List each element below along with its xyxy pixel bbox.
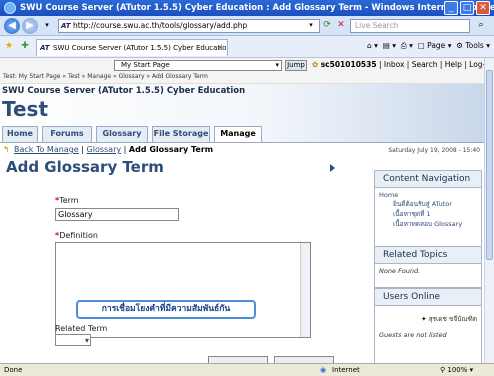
url-field[interactable]: AT http://course.swu.ac.th/tools/glossar…: [58, 19, 320, 33]
minimize-button[interactable]: _: [444, 1, 458, 15]
feeds-icon[interactable]: ▤: [383, 41, 390, 50]
close-button[interactable]: ✕: [476, 1, 490, 15]
status-text: Done: [4, 366, 23, 374]
related-term-select[interactable]: ▾: [55, 334, 91, 346]
sidebar-toggle-icon[interactable]: [330, 164, 335, 172]
browser-logo-icon: [4, 2, 16, 14]
internet-zone-icon: ◉: [320, 366, 327, 374]
stop-icon[interactable]: ✕: [334, 19, 348, 33]
content-navigation-box: Content Navigation Home ยินดีต้อนรับสู่ …: [374, 170, 482, 252]
zoom-control[interactable]: ⚲ 100% ▾: [440, 364, 473, 376]
term-input[interactable]: Glossary: [55, 208, 179, 221]
chevron-down-icon: ▾: [84, 336, 89, 345]
refresh-icon[interactable]: ⟳: [320, 19, 334, 33]
tab-home[interactable]: Home: [2, 126, 38, 142]
forward-icon[interactable]: ▶: [22, 18, 38, 34]
tab-manage[interactable]: Manage: [214, 126, 262, 142]
history-dropdown-icon[interactable]: ▾: [40, 19, 54, 33]
username[interactable]: sc501010535: [321, 60, 377, 69]
scrollbar-thumb[interactable]: [486, 70, 493, 260]
zone-label: Internet: [332, 366, 360, 374]
maximize-button[interactable]: □: [460, 1, 474, 15]
print-icon[interactable]: ⎙: [401, 41, 407, 50]
tab-forums[interactable]: Forums: [42, 126, 92, 142]
textarea-scrollbar[interactable]: [300, 243, 310, 337]
page-menu[interactable]: ▢ Page ▾: [418, 41, 452, 50]
submit-button[interactable]: [208, 356, 268, 363]
definition-label: *Definition: [55, 231, 98, 240]
term-label: *Term: [55, 196, 79, 205]
course-title: Test: [2, 97, 49, 121]
user-online-icon: ✦: [421, 315, 427, 323]
search-icon[interactable]: ⌕: [474, 19, 488, 33]
window-titlebar: SWU Course Server (ATutor 1.5.5) Cyber E…: [0, 0, 494, 16]
nav-item[interactable]: เนื้อหาชุดที่ 1: [379, 209, 477, 219]
related-topics-title: Related Topics: [375, 247, 481, 264]
tab-bar: ★ ✚ AT SWU Course Server (ATutor 1.5.5) …: [0, 36, 494, 58]
page-viewport: My Start Page ▾ Jump ✿ sc501010535 | Inb…: [0, 58, 484, 363]
command-bar: ⌂ ▾ ▤ ▾ ⎙ ▾ ▢ Page ▾ ⚙ Tools ▾: [367, 41, 490, 50]
jump-button[interactable]: Jump: [285, 60, 307, 71]
status-bar: Done ◉ Internet ⚲ 100% ▾: [0, 363, 494, 376]
user-nav-links[interactable]: | Inbox | Search | Help | Log-out: [379, 60, 484, 69]
tab-glossary[interactable]: Glossary: [96, 126, 148, 142]
annotation-callout: การเชื่อมโยงคำที่มีความสัมพันธ์กัน: [76, 300, 256, 319]
site-name: SWU Course Server (ATutor 1.5.5) Cyber E…: [2, 86, 246, 96]
add-favorites-icon[interactable]: ✚: [18, 40, 32, 54]
user-star-icon: ✿: [312, 60, 319, 69]
home-icon[interactable]: ⌂: [367, 41, 372, 50]
favorites-star-icon[interactable]: ★: [2, 40, 16, 54]
date-label: Saturday July 19, 2008 - 15:40: [388, 147, 480, 154]
search-input[interactable]: Live Search: [350, 19, 470, 33]
window-title: SWU Course Server (ATutor 1.5.5) Cyber E…: [20, 3, 494, 13]
nav-home-link[interactable]: Home: [379, 191, 477, 199]
tab-favicon-icon: AT: [40, 44, 50, 52]
jump-select[interactable]: My Start Page ▾: [114, 60, 282, 71]
current-page-label: Add Glossary Term: [128, 145, 214, 154]
user-links: ✿ sc501010535 | Inbox | Search | Help | …: [312, 60, 484, 69]
users-online-title: Users Online: [375, 289, 481, 306]
guests-note: Guests are not listed: [379, 331, 447, 339]
breadcrumb[interactable]: Test: My Start Page » Test » Manage » Gl…: [3, 73, 208, 80]
back-to-manage-link[interactable]: Back To Manage: [14, 145, 79, 154]
related-topics-box: Related Topics None Found.: [374, 246, 482, 288]
page-scrollbar[interactable]: [484, 58, 494, 363]
address-bar: ◀ ▶ ▾ AT http://course.swu.ac.th/tools/g…: [0, 16, 494, 36]
cancel-button[interactable]: [274, 356, 334, 363]
sub-navigation: ↰ Back To Manage | Glossary | Add Glossa…: [0, 142, 484, 156]
user-online-name[interactable]: สุรเดช ขจีบัณฑิต: [429, 315, 477, 323]
users-online-box: Users Online ✦ สุรเดช ขจีบัณฑิต Guests a…: [374, 288, 482, 363]
tab-current[interactable]: AT SWU Course Server (ATutor 1.5.5) Cybe…: [36, 39, 228, 56]
related-term-label: Related Term: [55, 324, 108, 333]
content-navigation-title: Content Navigation: [375, 171, 481, 188]
zoom-icon: ⚲: [440, 366, 446, 374]
course-header: SWU Course Server (ATutor 1.5.5) Cyber E…: [0, 84, 484, 142]
back-icon[interactable]: ◀: [4, 18, 20, 34]
tools-menu[interactable]: ⚙ Tools ▾: [456, 41, 490, 50]
top-row: My Start Page ▾ Jump ✿ sc501010535 | Inb…: [0, 58, 484, 84]
glossary-link[interactable]: Glossary: [87, 145, 122, 154]
tab-close-icon[interactable]: ✕: [217, 40, 223, 56]
back-arrow-icon: ↰: [3, 145, 10, 154]
page-title: Add Glossary Term: [6, 158, 164, 176]
url-dropdown-icon[interactable]: ▾: [304, 19, 318, 33]
nav-item[interactable]: เนื้อหาทดสอบ Glossary: [379, 219, 477, 229]
tab-file-storage[interactable]: File Storage: [152, 126, 210, 142]
site-favicon-icon: AT: [61, 22, 71, 30]
nav-item[interactable]: ยินดีต้อนรับสู่ ATutor: [379, 199, 477, 209]
chevron-down-icon: ▾: [275, 61, 279, 69]
related-topics-empty: None Found.: [379, 267, 421, 275]
